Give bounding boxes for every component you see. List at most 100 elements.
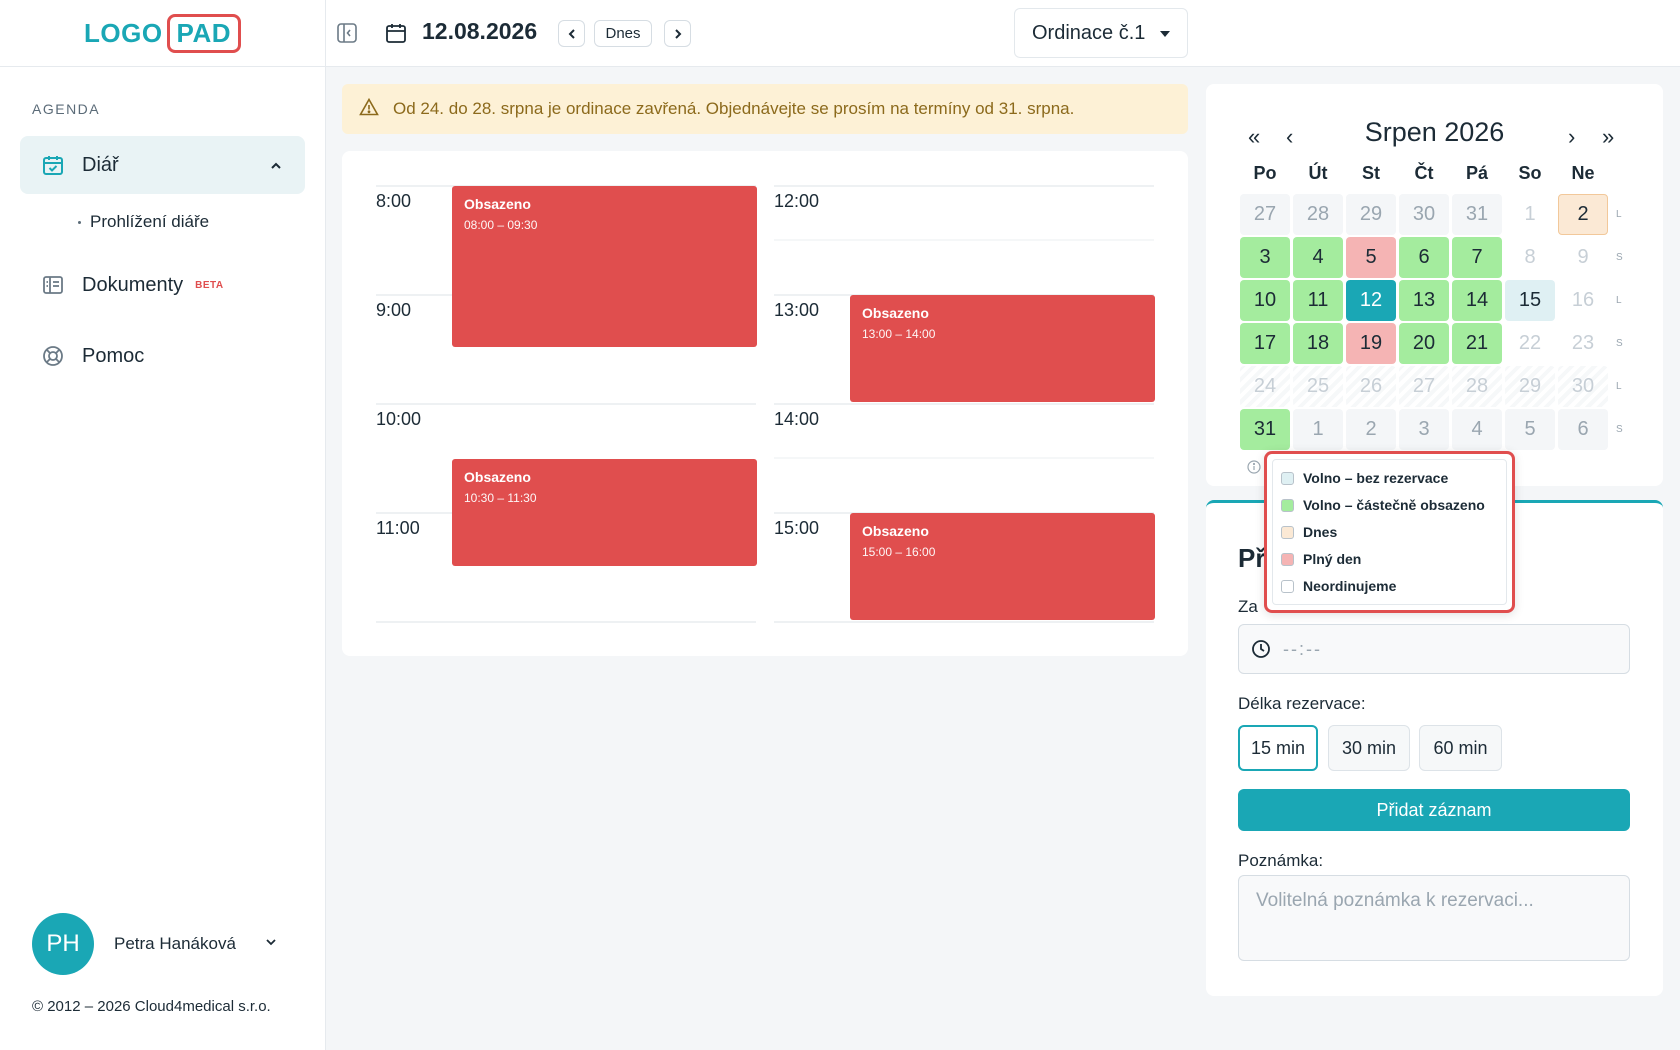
calendar-day[interactable]: 30: [1558, 366, 1608, 407]
calendar-day[interactable]: 23: [1558, 323, 1608, 364]
calendar-day[interactable]: 28: [1293, 194, 1343, 235]
legend-swatch: [1281, 579, 1294, 593]
calendar-day[interactable]: 18: [1293, 323, 1343, 364]
logo-text-right: PAD: [166, 13, 242, 53]
busy-slot[interactable]: Obsazeno 10:30 – 11:30: [452, 459, 757, 566]
hour-label: 10:00: [376, 409, 422, 429]
duration-60-button[interactable]: 60 min: [1419, 725, 1502, 771]
prev-day-button[interactable]: [558, 20, 585, 47]
busy-slot[interactable]: Obsazeno 15:00 – 16:00: [850, 513, 1155, 620]
calendar-day[interactable]: 2: [1346, 409, 1396, 450]
next-month-button[interactable]: ›: [1568, 124, 1575, 150]
duration-label: Délka rezervace:: [1238, 694, 1366, 713]
calendar-day[interactable]: 11: [1293, 280, 1343, 321]
calendar-day[interactable]: 22: [1505, 323, 1555, 364]
weekday-label: Ne: [1571, 163, 1595, 183]
calendar-day[interactable]: 4: [1452, 409, 1502, 450]
add-record-button[interactable]: Přidat záznam: [1238, 789, 1630, 831]
calendar-day[interactable]: 7: [1452, 237, 1502, 278]
hour-label: 14:00: [774, 409, 820, 429]
busy-slot-time: 08:00 – 09:30: [464, 218, 538, 232]
calendar-day[interactable]: 8: [1505, 237, 1555, 278]
calendar-day[interactable]: 13: [1399, 280, 1449, 321]
busy-slot[interactable]: Obsazeno 13:00 – 14:00: [850, 295, 1155, 402]
note-textarea[interactable]: Volitelná poznámka k rezervaci...: [1238, 875, 1630, 961]
duration-30-button[interactable]: 30 min: [1328, 725, 1410, 771]
legend-swatch: [1281, 498, 1294, 512]
busy-slot-time: 13:00 – 14:00: [862, 327, 936, 341]
calendar-day[interactable]: 31: [1240, 409, 1290, 450]
next-day-button[interactable]: [664, 20, 691, 47]
time-label: Za: [1238, 597, 1258, 616]
calendar-day[interactable]: 25: [1293, 366, 1343, 407]
chevron-right-icon: [674, 28, 681, 39]
subnav-item-label: Prohlížení diáře: [90, 212, 210, 231]
sidebar-item-pomoc[interactable]: Pomoc: [20, 327, 305, 385]
calendar-day[interactable]: 9: [1558, 237, 1608, 278]
calendar-day[interactable]: 6: [1399, 237, 1449, 278]
calendar-day[interactable]: 29: [1505, 366, 1555, 407]
form-title: Př: [1238, 543, 1266, 573]
logo-area: LOGO PAD: [0, 0, 325, 67]
legend-swatch: [1281, 525, 1294, 539]
sidebar-toggle-icon[interactable]: [336, 22, 358, 49]
calendar-day[interactable]: 24: [1240, 366, 1290, 407]
calendar-day[interactable]: 16: [1558, 280, 1608, 321]
calendar-day[interactable]: 27: [1399, 366, 1449, 407]
sidebar-item-diar[interactable]: Diář: [20, 136, 305, 194]
calendar-day[interactable]: 5: [1505, 409, 1555, 450]
calendar-day[interactable]: 2: [1558, 194, 1608, 235]
calendar-day[interactable]: 10: [1240, 280, 1290, 321]
hour-label: 12:00: [774, 191, 820, 211]
legend-swatch: [1281, 552, 1294, 566]
section-label: AGENDA: [32, 101, 101, 117]
calendar-day[interactable]: 26: [1346, 366, 1396, 407]
logo[interactable]: LOGO PAD: [83, 13, 242, 53]
calendar-day-selected[interactable]: 12: [1346, 280, 1396, 321]
calendar-day[interactable]: 17: [1240, 323, 1290, 364]
calendar-day[interactable]: 19: [1346, 323, 1396, 364]
hour-line: [774, 621, 1154, 623]
time-input[interactable]: --:--: [1238, 624, 1630, 674]
info-icon[interactable]: [1247, 460, 1261, 479]
user-menu[interactable]: PH Petra Hanáková: [32, 913, 292, 975]
busy-slot[interactable]: Obsazeno 08:00 – 09:30: [452, 186, 757, 347]
calendar-day[interactable]: 4: [1293, 237, 1343, 278]
busy-slot-title: Obsazeno: [862, 523, 929, 539]
bullet-dot: [78, 220, 81, 224]
hour-label: 8:00: [376, 191, 412, 211]
calendar-day[interactable]: 27: [1240, 194, 1290, 235]
calendar-day[interactable]: 30: [1399, 194, 1449, 235]
user-name: Petra Hanáková: [114, 934, 236, 953]
legend-swatch: [1281, 471, 1294, 485]
calendar-day[interactable]: 15: [1505, 280, 1555, 321]
next-year-button[interactable]: »: [1602, 124, 1614, 150]
calendar-day[interactable]: 20: [1399, 323, 1449, 364]
busy-slot-time: 15:00 – 16:00: [862, 545, 936, 559]
today-button[interactable]: Dnes: [594, 20, 652, 47]
avatar: PH: [32, 913, 94, 975]
chevron-up-icon: [269, 156, 283, 179]
calendar-day[interactable]: 3: [1240, 237, 1290, 278]
calendar-icon[interactable]: [384, 21, 408, 50]
duration-15-button[interactable]: 15 min: [1238, 725, 1318, 771]
calendar-day[interactable]: 14: [1452, 280, 1502, 321]
calendar-day[interactable]: 31: [1452, 194, 1502, 235]
calendar-day[interactable]: 28: [1452, 366, 1502, 407]
week-parity-tag: L: [1616, 381, 1622, 392]
calendar-day[interactable]: 1: [1505, 194, 1555, 235]
calendar-day[interactable]: 21: [1452, 323, 1502, 364]
sidebar-item-label: Diář: [82, 153, 119, 176]
calendar-day[interactable]: 3: [1399, 409, 1449, 450]
subnav-item-prohlizeni[interactable]: Prohlížení diáře: [78, 212, 209, 232]
calendar-day[interactable]: 6: [1558, 409, 1608, 450]
calendar-day[interactable]: 29: [1346, 194, 1396, 235]
sidebar-item-dokumenty[interactable]: Dokumenty BETA: [20, 256, 305, 314]
logo-text-left: LOGO: [83, 17, 163, 48]
busy-slot-title: Obsazeno: [464, 469, 531, 485]
week-parity-tag: S: [1616, 338, 1623, 349]
room-select[interactable]: Ordinace č.1: [1014, 8, 1188, 58]
time-input-placeholder: --:--: [1283, 638, 1322, 659]
calendar-day[interactable]: 1: [1293, 409, 1343, 450]
calendar-day[interactable]: 5: [1346, 237, 1396, 278]
